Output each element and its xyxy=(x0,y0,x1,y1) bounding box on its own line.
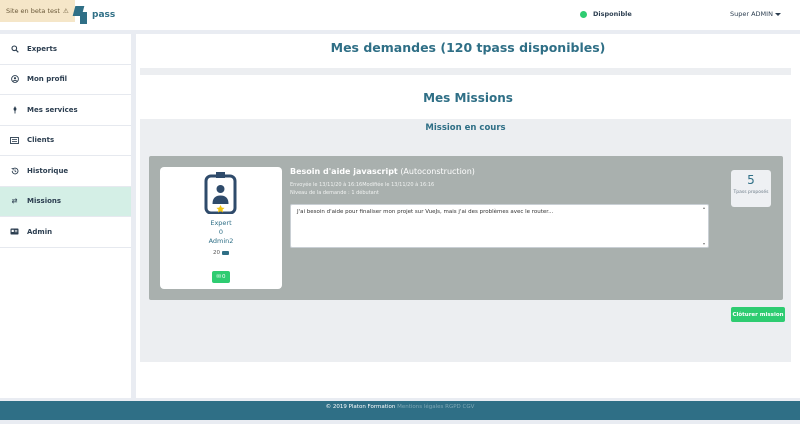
caret-down-icon xyxy=(774,12,781,16)
sidebar-item-missions[interactable]: ⇄ Missions xyxy=(0,186,131,217)
ticket-icon xyxy=(222,251,229,255)
request-title: Besoin d'aide javascript (Autoconstructi… xyxy=(290,167,475,176)
missions-panel: Mission en cours Expert 0 Admin2 20 ✉ 0 … xyxy=(140,119,791,362)
section-title: Mes Missions xyxy=(423,91,513,105)
sidebar-item-label: Admin xyxy=(27,227,53,236)
pin-icon xyxy=(10,106,19,114)
scroll-up-icon xyxy=(703,207,705,209)
close-mission-button[interactable]: Clôturer mission xyxy=(731,307,785,322)
sidebar-item-label: Historique xyxy=(27,166,69,175)
expert-card: Expert 0 Admin2 20 ✉ 0 xyxy=(160,167,282,289)
sidebar-item-label: Missions xyxy=(27,197,62,206)
status-dot-icon xyxy=(580,10,587,18)
request-message: J'ai besoin d'aide pour finaliser mon pr… xyxy=(297,209,554,215)
message-scrollbar[interactable] xyxy=(702,206,707,246)
top-bar: Site en beta test ⚠ pass Disponible Supe… xyxy=(0,0,800,30)
request-message-box[interactable]: J'ai besoin d'aide pour finaliser mon pr… xyxy=(290,204,709,248)
status-label: Disponible xyxy=(593,10,632,18)
exchange-icon: ⇄ xyxy=(11,197,18,206)
sidebar-item-clients[interactable]: Clients xyxy=(0,126,131,156)
sidebar-item-services[interactable]: Mes services xyxy=(0,95,131,126)
user-menu-dropdown[interactable]: Super ADMIN xyxy=(730,10,781,18)
request-title-text: Besoin d'aide javascript xyxy=(290,167,398,176)
user-menu-label: Super ADMIN xyxy=(730,10,773,18)
sidebar-item-label: Mes services xyxy=(27,105,78,114)
expert-name[interactable]: Admin2 xyxy=(160,237,282,245)
main-content: Mes demandes (120 tpass disponibles) Mes… xyxy=(136,34,800,398)
sidebar-item-history[interactable]: Historique xyxy=(0,156,131,187)
expert-badge-icon xyxy=(204,172,237,215)
mission-card: Expert 0 Admin2 20 ✉ 0 Besoin d'aide jav… xyxy=(149,156,783,300)
footer-links[interactable]: Mentions légales RGPD CGV xyxy=(397,404,474,410)
expert-credits: 20 xyxy=(160,250,282,256)
history-icon xyxy=(10,167,19,175)
logo-text: pass xyxy=(92,10,116,20)
chat-count: 0 xyxy=(222,274,226,280)
divider-strip xyxy=(140,68,791,75)
admin-card-icon xyxy=(10,228,19,235)
credits-value: 20 xyxy=(213,250,220,256)
comments-icon: ✉ xyxy=(216,274,222,280)
footer-copyright: © 2019 Platon Formation xyxy=(325,404,396,410)
chat-button[interactable]: ✉ 0 xyxy=(212,271,230,283)
request-level-line: Niveau de la demande : 1 débutant xyxy=(290,190,379,196)
id-card-icon xyxy=(10,136,19,144)
sidebar-item-profile[interactable]: Mon profil xyxy=(0,65,131,95)
sidebar-item-label: Mon profil xyxy=(27,75,68,84)
sidebar-item-label: Experts xyxy=(27,44,58,53)
expert-number: 0 xyxy=(218,228,224,236)
sidebar-item-experts[interactable]: Experts xyxy=(0,34,131,65)
tpass-proposed-box: 5 Tpass proposés xyxy=(731,170,771,207)
logo-mark-icon xyxy=(72,6,90,24)
request-category: (Autoconstruction) xyxy=(400,167,475,176)
expert-role: Expert xyxy=(210,219,232,227)
scroll-down-icon xyxy=(703,243,705,245)
tpass-count: 5 xyxy=(747,173,755,187)
request-sent-line: Envoyée le 13/11/20 à 16:16Modifiée le 1… xyxy=(290,182,435,188)
sidebar-item-admin[interactable]: Admin xyxy=(0,217,131,248)
beta-text: Site en beta test xyxy=(6,7,60,15)
beta-banner: Site en beta test ⚠ xyxy=(0,0,75,22)
footer: © 2019 Platon Formation Mentions légales… xyxy=(0,401,800,420)
user-circle-icon xyxy=(10,75,19,84)
logo[interactable]: pass xyxy=(72,6,116,24)
page-title: Mes demandes (120 tpass disponibles) xyxy=(330,40,606,55)
availability-status[interactable]: Disponible xyxy=(580,10,632,18)
sidebar-item-label: Clients xyxy=(27,136,55,145)
panel-title: Mission en cours xyxy=(425,123,506,133)
request-meta: Envoyée le 13/11/20 à 16:16Modifiée le 1… xyxy=(290,181,434,197)
warning-icon: ⚠ xyxy=(62,7,69,15)
tpass-label: Tpass proposés xyxy=(733,190,769,195)
search-icon xyxy=(10,45,19,53)
sidebar: Experts Mon profil Mes services Clients … xyxy=(0,34,131,398)
